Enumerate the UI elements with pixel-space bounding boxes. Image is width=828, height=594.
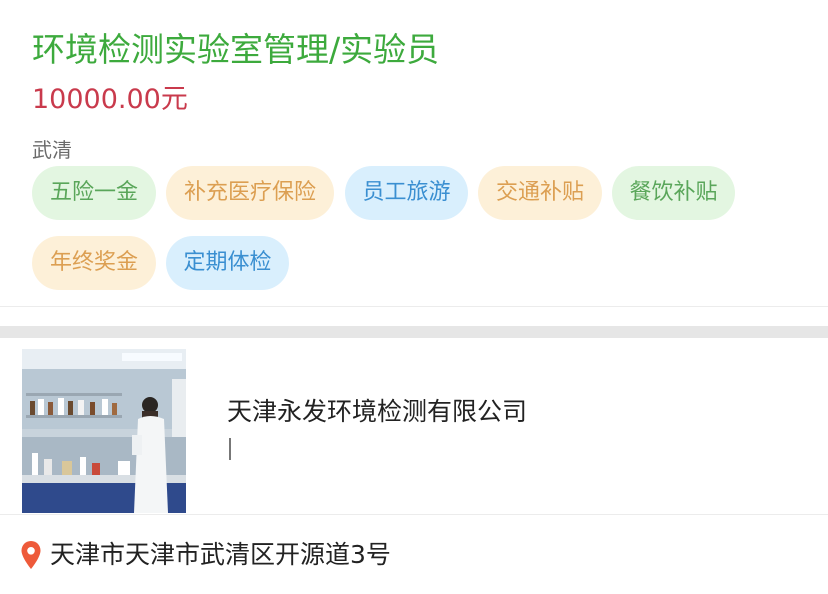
laboratory-photo	[22, 349, 186, 513]
divider	[0, 514, 828, 515]
text-cursor	[229, 438, 231, 460]
benefit-tag: 年终奖金	[32, 236, 156, 290]
section-separator	[0, 326, 828, 338]
location-pin-icon	[21, 541, 41, 569]
benefit-tag: 补充医疗保险	[166, 166, 334, 220]
job-title: 环境检测实验室管理/实验员	[32, 30, 440, 69]
company-image	[22, 349, 186, 513]
benefit-tag: 五险一金	[32, 166, 156, 220]
job-card: 环境检测实验室管理/实验员 10000.00元 武清 五险一金 补充医疗保险 员…	[0, 0, 828, 306]
benefit-tag: 交通补贴	[478, 166, 602, 220]
address-text: 天津市天津市武清区开源道3号	[50, 540, 391, 569]
salary: 10000.00元	[32, 84, 188, 115]
job-location: 武清	[32, 138, 72, 162]
benefit-tag: 员工旅游	[345, 166, 468, 220]
benefit-tag: 餐饮补贴	[612, 166, 735, 220]
divider	[0, 306, 828, 307]
company-name[interactable]: 天津永发环境检测有限公司	[227, 394, 527, 430]
benefit-tag: 定期体检	[166, 236, 289, 290]
